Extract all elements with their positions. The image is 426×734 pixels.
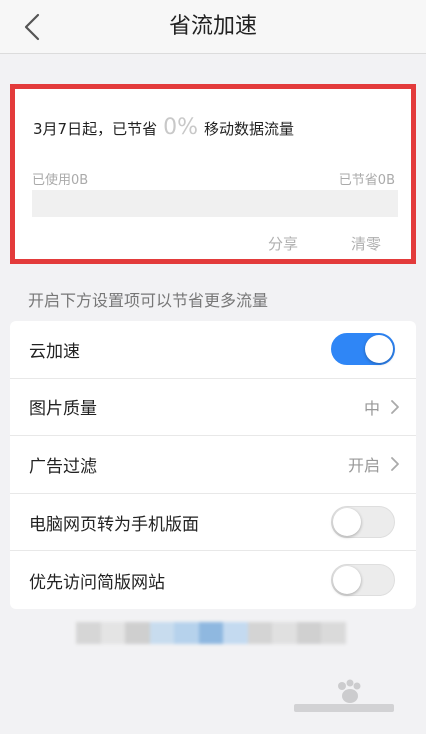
savings-headline: 3月7日起，已节省 0% 移动数据流量 — [33, 115, 294, 140]
chevron-right-icon — [391, 457, 399, 472]
blurred-footer-content — [76, 622, 347, 644]
used-data-label: 已使用0B — [32, 173, 89, 188]
back-button[interactable] — [18, 11, 46, 43]
headline-prefix: 3月7日起，已节省 — [33, 120, 158, 138]
clear-button[interactable]: 清零 — [351, 233, 381, 254]
desktop-to-mobile-toggle[interactable] — [331, 506, 395, 539]
nav-bar: 省流加速 — [0, 0, 426, 54]
saved-data-label: 已节省0B — [338, 173, 395, 188]
watermark-logo — [294, 679, 394, 712]
toggle-knob — [365, 335, 393, 364]
image-quality-value: 中 — [363, 398, 380, 418]
cloud-acceleration-toggle[interactable] — [331, 333, 395, 366]
headline-suffix: 移动数据流量 — [204, 120, 295, 138]
setting-label: 电脑网页转为手机版面 — [29, 514, 199, 535]
toggle-knob — [333, 508, 361, 537]
setting-label: 云加速 — [29, 341, 80, 362]
setting-desktop-to-mobile[interactable]: 电脑网页转为手机版面 — [10, 494, 416, 552]
chevron-right-icon — [391, 399, 399, 414]
savings-progress-bar — [32, 190, 398, 217]
settings-hint: 开启下方设置项可以节省更多流量 — [28, 291, 269, 310]
toggle-knob — [333, 566, 361, 595]
chevron-left-icon — [24, 13, 40, 41]
prefer-lite-sites-toggle[interactable] — [331, 564, 395, 597]
setting-label: 广告过滤 — [29, 456, 97, 477]
setting-image-quality[interactable]: 图片质量 中 — [10, 379, 416, 437]
setting-ad-filter[interactable]: 广告过滤 开启 — [10, 436, 416, 494]
setting-cloud-acceleration[interactable]: 云加速 — [10, 321, 416, 379]
setting-prefer-lite-sites[interactable]: 优先访问简版网站 — [10, 551, 416, 609]
setting-label: 图片质量 — [29, 399, 97, 420]
ad-filter-value: 开启 — [347, 456, 380, 476]
setting-label: 优先访问简版网站 — [29, 572, 165, 593]
page-title: 省流加速 — [168, 14, 257, 39]
settings-list: 云加速 图片质量 中 广告过滤 开启 电脑网页转为手机版面 优先访问简版网站 — [10, 321, 416, 609]
traffic-stats-card: 3月7日起，已节省 0% 移动数据流量 已使用0B 已节省0B 分享 清零 — [10, 84, 416, 264]
savings-percent: 0% — [163, 115, 198, 140]
share-button[interactable]: 分享 — [268, 233, 298, 254]
